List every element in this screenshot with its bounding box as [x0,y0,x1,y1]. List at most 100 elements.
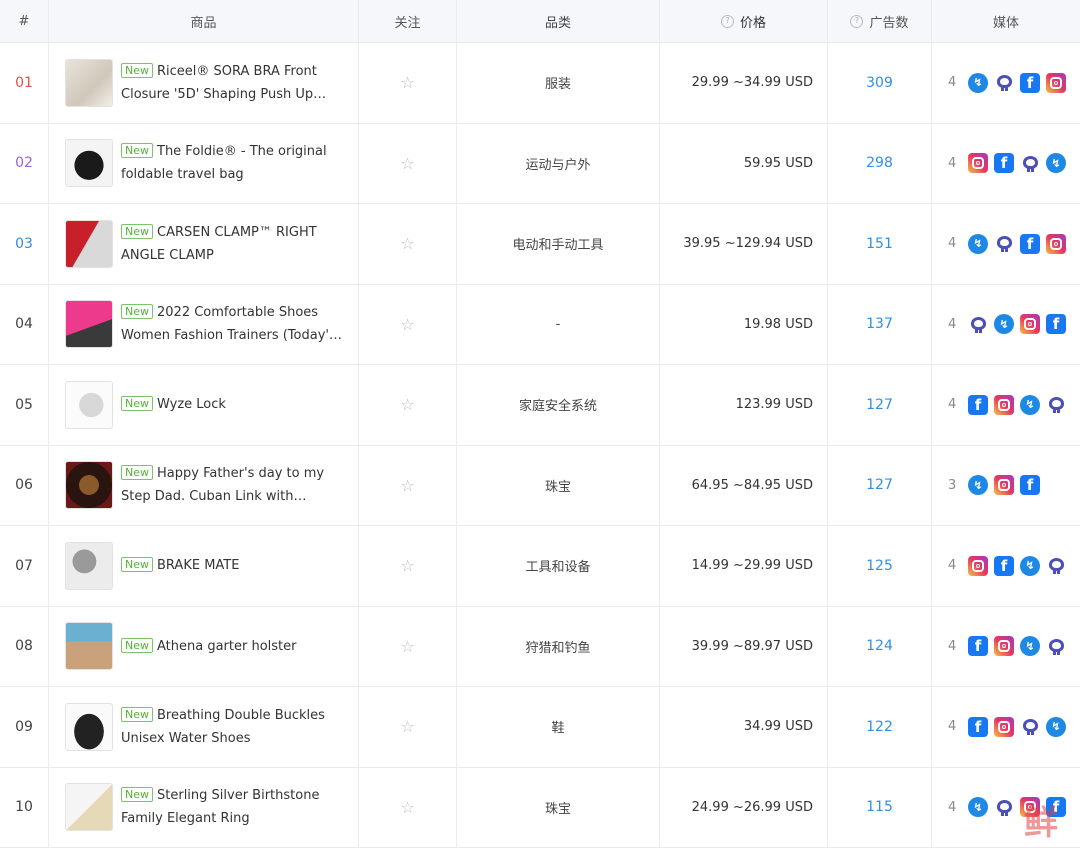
table-row[interactable]: 07 NewBRAKE MATE ☆ 工具和设备 14.99 ~29.99 US… [0,526,1080,607]
table-row[interactable]: 10 NewSterling Silver Birthstone Family … [0,768,1080,848]
audience-network-icon [994,73,1014,93]
product-thumbnail[interactable] [65,461,113,509]
product-title-text[interactable]: Athena garter holster [157,639,297,654]
product-cell[interactable]: NewHappy Father's day to my Step Dad. Cu… [49,446,359,526]
star-icon[interactable]: ☆ [400,476,414,495]
product-title[interactable]: New2022 Comfortable Shoes Women Fashion … [121,301,344,347]
product-title-text[interactable]: 2022 Comfortable Shoes Women Fashion Tra… [121,305,342,343]
product-cell[interactable]: New Athena garter holster [49,607,359,687]
product-thumbnail[interactable] [65,703,113,751]
help-icon[interactable]: ? [721,15,734,28]
table-row[interactable]: 08 NewAthena garter holster ☆ 狩猎和钓鱼 39.9… [0,607,1080,688]
media-count: 4 [948,800,968,815]
product-title-text[interactable]: Wyze Lock [157,397,226,412]
ad-product-table: # 商品 关注 品类 ? 价格 ? 广告数 媒体 01 NewRiceel® S… [0,0,1080,848]
row-index: 06 [15,477,33,493]
category-cell: 服装 [457,43,660,123]
facebook-icon: f [1046,314,1066,334]
ads-count-link[interactable]: 127 [828,365,932,445]
product-title[interactable]: NewWyze Lock [121,393,226,416]
product-title[interactable]: NewCARSEN CLAMP™ RIGHT ANGLE CLAMP [121,221,344,267]
product-thumbnail[interactable] [65,220,113,268]
ads-count-link[interactable]: 151 [828,204,932,284]
header-ads[interactable]: ? 广告数 [828,0,932,42]
header-price-label: 价格 [740,12,766,31]
row-index: 04 [15,316,33,332]
product-cell[interactable]: NewSterling Silver Birthstone Family Ele… [49,768,359,848]
star-icon[interactable]: ☆ [400,154,414,173]
price-cell: 29.99 ~34.99 USD [660,43,828,123]
product-title[interactable]: NewHappy Father's day to my Step Dad. Cu… [121,462,344,508]
product-thumbnail[interactable] [65,59,113,107]
row-index-cell: 10 [0,768,49,848]
table-row[interactable]: 06 NewHappy Father's day to my Step Dad.… [0,446,1080,527]
product-thumbnail[interactable] [65,381,113,429]
follow-cell: ☆ [359,124,457,204]
watermark-logo: 鲜 [1024,795,1060,844]
table-row[interactable]: 09 NewBreathing Double Buckles Unisex Wa… [0,687,1080,768]
new-badge: New [121,224,153,239]
star-icon[interactable]: ☆ [400,234,414,253]
star-icon[interactable]: ☆ [400,395,414,414]
table-row[interactable]: 05 NewWyze Lock ☆ 家庭安全系统 123.99 USD 127 … [0,365,1080,446]
audience-network-icon [1046,556,1066,576]
product-cell[interactable]: NewThe Foldie® - The original foldable t… [49,124,359,204]
instagram-icon [1020,314,1040,334]
facebook-icon: f [1020,475,1040,495]
table-row[interactable]: 01 NewRiceel® SORA BRA Front Closure '5D… [0,43,1080,124]
product-cell[interactable]: NewWyze Lock [49,365,359,445]
product-title[interactable]: NewBreathing Double Buckles Unisex Water… [121,704,344,750]
ads-count-link[interactable]: 115 [828,768,932,848]
star-icon[interactable]: ☆ [400,798,414,817]
new-badge: New [121,707,153,722]
table-row[interactable]: 03 NewCARSEN CLAMP™ RIGHT ANGLE CLAMP ☆ … [0,204,1080,285]
ads-count-link[interactable]: 127 [828,446,932,526]
ads-count-link[interactable]: 298 [828,124,932,204]
product-thumbnail[interactable] [65,139,113,187]
star-icon[interactable]: ☆ [400,73,414,92]
product-cell[interactable]: NewRiceel® SORA BRA Front Closure '5D' S… [49,43,359,123]
product-title[interactable]: NewThe Foldie® - The original foldable t… [121,140,344,186]
audience-network-icon [994,797,1014,817]
product-title[interactable]: New Athena garter holster [121,635,297,658]
messenger-icon: ↯ [968,73,988,93]
row-index-cell: 06 [0,446,49,526]
product-title[interactable]: NewRiceel® SORA BRA Front Closure '5D' S… [121,60,344,106]
star-icon[interactable]: ☆ [400,637,414,656]
ads-count-link[interactable]: 124 [828,607,932,687]
product-title[interactable]: NewSterling Silver Birthstone Family Ele… [121,784,344,830]
product-thumbnail[interactable] [65,622,113,670]
header-price[interactable]: ? 价格 [660,0,828,42]
category-cell: - [457,285,660,365]
table-row[interactable]: 02 NewThe Foldie® - The original foldabl… [0,124,1080,205]
row-index-cell: 03 [0,204,49,284]
product-title[interactable]: NewBRAKE MATE [121,554,239,577]
product-cell[interactable]: NewBRAKE MATE [49,526,359,606]
ads-count-link[interactable]: 309 [828,43,932,123]
price-cell: 39.99 ~89.97 USD [660,607,828,687]
product-thumbnail[interactable] [65,542,113,590]
row-index-cell: 08 [0,607,49,687]
instagram-icon [994,475,1014,495]
help-icon[interactable]: ? [850,15,863,28]
ads-count-link[interactable]: 122 [828,687,932,767]
media-icons: f↯ [968,717,1072,737]
star-icon[interactable]: ☆ [400,556,414,575]
media-cell: 4 ↯f [932,43,1080,123]
ads-count-link[interactable]: 137 [828,285,932,365]
product-cell[interactable]: New2022 Comfortable Shoes Women Fashion … [49,285,359,365]
table-row[interactable]: 04 New2022 Comfortable Shoes Women Fashi… [0,285,1080,366]
product-title-text[interactable]: BRAKE MATE [157,558,239,573]
product-thumbnail[interactable] [65,783,113,831]
star-icon[interactable]: ☆ [400,717,414,736]
product-thumbnail[interactable] [65,300,113,348]
product-cell[interactable]: NewCARSEN CLAMP™ RIGHT ANGLE CLAMP [49,204,359,284]
media-count: 3 [948,478,968,493]
product-cell[interactable]: NewBreathing Double Buckles Unisex Water… [49,687,359,767]
price-cell: 19.98 USD [660,285,828,365]
ads-count-link[interactable]: 125 [828,526,932,606]
star-icon[interactable]: ☆ [400,315,414,334]
audience-network-icon [1020,717,1040,737]
category-cell: 工具和设备 [457,526,660,606]
new-badge: New [121,638,153,653]
